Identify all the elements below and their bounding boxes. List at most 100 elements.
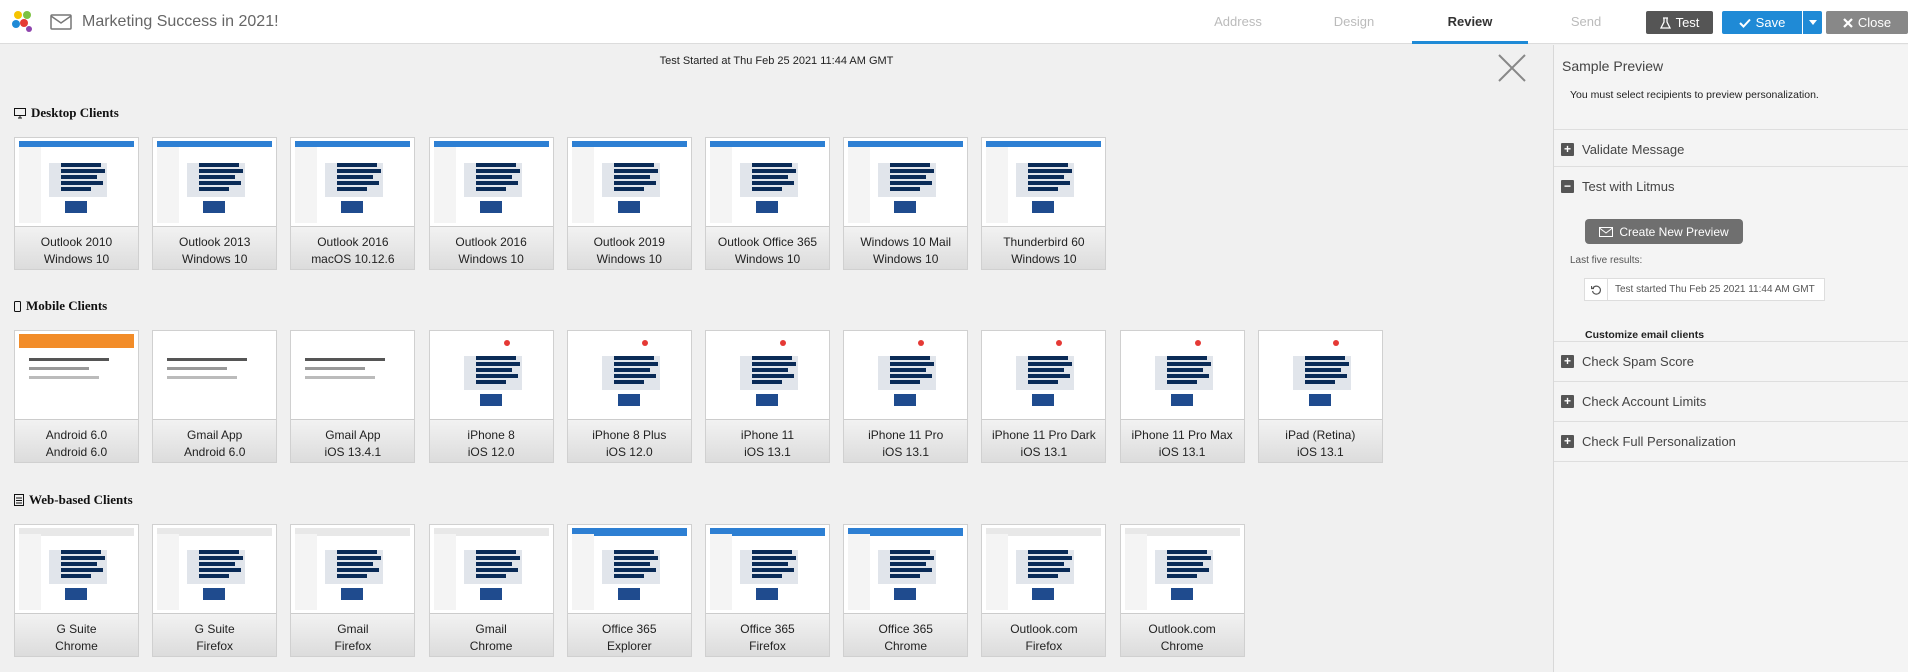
client-preview-tile[interactable]: Office 365 Firefox: [705, 524, 830, 657]
client-preview-tile[interactable]: Outlook 2010 Windows 10: [14, 137, 139, 270]
preview-thumbnail[interactable]: [986, 334, 1102, 416]
preview-thumbnail[interactable]: [295, 528, 411, 610]
client-preview-tile[interactable]: G Suite Chrome: [14, 524, 139, 657]
step-address[interactable]: Address: [1180, 0, 1296, 44]
client-label[interactable]: Outlook.com Chrome: [1120, 613, 1244, 656]
client-platform: Windows 10: [873, 252, 939, 266]
preview-thumbnail[interactable]: [295, 334, 411, 416]
client-label[interactable]: G Suite Chrome: [15, 613, 138, 656]
client-label[interactable]: Gmail Firefox: [291, 613, 415, 656]
step-design[interactable]: Design: [1296, 0, 1412, 44]
client-preview-tile[interactable]: Gmail App Android 6.0: [152, 330, 278, 463]
client-label[interactable]: iPhone 11 Pro iOS 13.1: [844, 419, 968, 462]
client-preview-tile[interactable]: iPhone 11 Pro Dark iOS 13.1: [981, 330, 1107, 463]
client-preview-tile[interactable]: Outlook 2016 macOS 10.12.6: [290, 137, 416, 270]
client-label[interactable]: Outlook 2019 Windows 10: [567, 226, 691, 269]
client-preview-tile[interactable]: Android 6.0 Android 6.0: [14, 330, 139, 463]
client-label[interactable]: Android 6.0 Android 6.0: [15, 419, 138, 462]
client-preview-tile[interactable]: G Suite Firefox: [152, 524, 278, 657]
step-review[interactable]: Review: [1412, 0, 1528, 44]
full-personalization-panel[interactable]: + Check Full Personalization: [1554, 422, 1908, 462]
client-label[interactable]: Outlook 2016 macOS 10.12.6: [291, 226, 415, 269]
client-preview-tile[interactable]: Windows 10 Mail Windows 10: [843, 137, 969, 270]
preview-thumbnail[interactable]: [433, 334, 549, 416]
preview-thumbnail[interactable]: [19, 334, 134, 416]
preview-thumbnail[interactable]: [848, 528, 964, 610]
client-label[interactable]: iPhone 11 iOS 13.1: [706, 419, 829, 462]
client-preview-tile[interactable]: iPhone 11 iOS 13.1: [705, 330, 830, 463]
save-button[interactable]: Save: [1722, 11, 1802, 34]
campaign-title[interactable]: Marketing Success in 2021!: [82, 13, 279, 31]
create-new-preview-button[interactable]: Create New Preview: [1585, 219, 1743, 244]
client-label[interactable]: Outlook 2010 Windows 10: [15, 226, 138, 269]
preview-thumbnail[interactable]: [848, 334, 964, 416]
app-logo-icon[interactable]: [10, 9, 34, 33]
preview-thumbnail[interactable]: [986, 141, 1102, 223]
preview-thumbnail[interactable]: [571, 528, 687, 610]
save-options-button[interactable]: [1803, 11, 1822, 34]
client-preview-tile[interactable]: Office 365 Chrome: [843, 524, 969, 657]
client-preview-tile[interactable]: Outlook.com Firefox: [981, 524, 1107, 657]
client-preview-tile[interactable]: Outlook 2019 Windows 10: [566, 137, 692, 270]
client-preview-tile[interactable]: Gmail App iOS 13.4.1: [290, 330, 416, 463]
preview-thumbnail[interactable]: [986, 528, 1102, 610]
client-preview-tile[interactable]: iPhone 8 iOS 12.0: [428, 330, 554, 463]
preview-thumbnail[interactable]: [710, 141, 825, 223]
client-preview-tile[interactable]: Gmail Firefox: [290, 524, 416, 657]
preview-thumbnail[interactable]: [571, 141, 687, 223]
client-preview-tile[interactable]: iPhone 11 Pro iOS 13.1: [843, 330, 969, 463]
client-label[interactable]: Thunderbird 60 Windows 10: [982, 226, 1106, 269]
client-preview-tile[interactable]: iPhone 11 Pro Max iOS 13.1: [1119, 330, 1245, 463]
client-preview-tile[interactable]: Office 365 Explorer: [566, 524, 692, 657]
spam-score-panel[interactable]: + Check Spam Score: [1554, 342, 1908, 382]
preview-thumbnail[interactable]: [571, 334, 687, 416]
client-preview-tile[interactable]: Outlook 2013 Windows 10: [152, 137, 278, 270]
client-preview-tile[interactable]: Outlook Office 365 Windows 10: [705, 137, 830, 270]
customize-clients-link[interactable]: Customize email clients: [1585, 329, 1704, 341]
preview-thumbnail[interactable]: [1124, 334, 1240, 416]
preview-thumbnail[interactable]: [710, 528, 825, 610]
validate-message-panel[interactable]: + Validate Message: [1554, 129, 1908, 167]
client-label[interactable]: iPhone 8 Plus iOS 12.0: [567, 419, 691, 462]
client-label[interactable]: Gmail Chrome: [429, 613, 553, 656]
preview-thumbnail[interactable]: [295, 141, 411, 223]
preview-thumbnail[interactable]: [848, 141, 964, 223]
client-label[interactable]: Outlook.com Firefox: [982, 613, 1106, 656]
client-preview-tile[interactable]: Thunderbird 60 Windows 10: [981, 137, 1107, 270]
client-label[interactable]: Outlook Office 365 Windows 10: [706, 226, 829, 269]
preview-thumbnail[interactable]: [157, 528, 273, 610]
preview-thumbnail[interactable]: [433, 141, 549, 223]
client-label[interactable]: iPhone 11 Pro Max iOS 13.1: [1120, 419, 1244, 462]
client-label[interactable]: Office 365 Chrome: [844, 613, 968, 656]
client-label[interactable]: G Suite Firefox: [153, 613, 277, 656]
client-preview-tile[interactable]: Outlook.com Chrome: [1119, 524, 1245, 657]
client-preview-tile[interactable]: Outlook 2016 Windows 10: [428, 137, 554, 270]
client-label[interactable]: Office 365 Firefox: [706, 613, 829, 656]
test-button[interactable]: Test: [1646, 11, 1713, 34]
client-preview-tile[interactable]: iPhone 8 Plus iOS 12.0: [566, 330, 692, 463]
preview-thumbnail[interactable]: [433, 528, 549, 610]
account-limits-panel[interactable]: + Check Account Limits: [1554, 382, 1908, 422]
client-label[interactable]: Outlook 2016 Windows 10: [429, 226, 553, 269]
client-preview-tile[interactable]: iPad (Retina) iOS 13.1: [1257, 330, 1383, 463]
preview-thumbnail[interactable]: [1262, 334, 1378, 416]
result-item[interactable]: Test started Thu Feb 25 2021 11:44 AM GM…: [1584, 278, 1825, 301]
preview-thumbnail[interactable]: [19, 528, 134, 610]
close-button[interactable]: Close: [1826, 11, 1908, 34]
preview-thumbnail[interactable]: [710, 334, 825, 416]
client-label[interactable]: iPhone 11 Pro Dark iOS 13.1: [982, 419, 1106, 462]
preview-thumbnail[interactable]: [1124, 528, 1240, 610]
client-label[interactable]: Gmail App iOS 13.4.1: [291, 419, 415, 462]
client-label[interactable]: Gmail App Android 6.0: [153, 419, 277, 462]
client-label[interactable]: Outlook 2013 Windows 10: [153, 226, 277, 269]
client-label[interactable]: Windows 10 Mail Windows 10: [844, 226, 968, 269]
preview-thumbnail[interactable]: [157, 334, 273, 416]
client-label[interactable]: iPhone 8 iOS 12.0: [429, 419, 553, 462]
client-label[interactable]: iPad (Retina) iOS 13.1: [1258, 419, 1382, 462]
step-send[interactable]: Send: [1528, 0, 1644, 44]
close-preview-icon[interactable]: [1497, 53, 1527, 83]
preview-thumbnail[interactable]: [19, 141, 134, 223]
client-preview-tile[interactable]: Gmail Chrome: [428, 524, 554, 657]
preview-thumbnail[interactable]: [157, 141, 273, 223]
client-label[interactable]: Office 365 Explorer: [567, 613, 691, 656]
